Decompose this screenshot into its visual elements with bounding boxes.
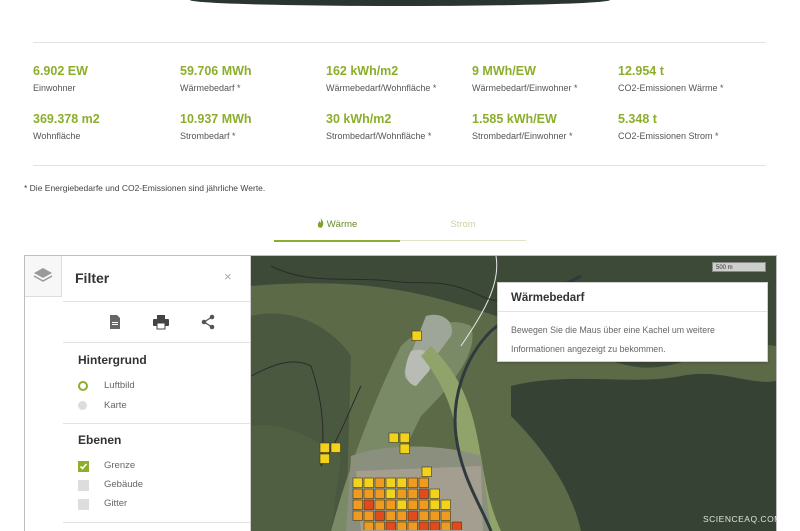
- panel-divider: [63, 423, 250, 424]
- stat-co2-strom: 5.348 t CO2-Emissionen Strom *: [618, 112, 758, 142]
- layers-icon: [33, 268, 53, 282]
- stat-waermebedarf-wohnflaeche: 162 kWh/m2 Wärmebedarf/Wohnfläche *: [326, 64, 466, 94]
- stat-label: Wärmebedarf/Einwohner *: [472, 83, 578, 93]
- pdf-icon: [110, 315, 120, 329]
- layers-button[interactable]: [25, 256, 62, 297]
- stat-value: 1.585 kWh/EW: [472, 112, 557, 126]
- stat-label: Strombedarf *: [180, 131, 236, 141]
- popup-title: Wärmebedarf: [511, 292, 585, 304]
- radio-label: Karte: [104, 400, 127, 411]
- checkbox-unchecked-icon: [78, 499, 89, 510]
- stat-strombedarf: 10.937 MWh Strombedarf *: [180, 112, 320, 142]
- checkbox-unchecked-icon: [78, 480, 89, 491]
- panel-divider: [63, 522, 250, 523]
- stat-value: 5.348 t: [618, 112, 657, 126]
- close-icon[interactable]: ×: [224, 269, 232, 284]
- stat-label: Strombedarf/Einwohner *: [472, 131, 573, 141]
- stat-label: Wärmebedarf/Wohnfläche *: [326, 83, 437, 93]
- stat-label: Wohnfläche: [33, 131, 81, 141]
- stat-label: Einwohner: [33, 83, 76, 93]
- tab-strom[interactable]: Strom: [400, 214, 526, 241]
- radio-label: Luftbild: [104, 380, 135, 391]
- stat-label: CO2-Emissionen Strom *: [618, 131, 719, 141]
- divider-top: [33, 42, 766, 43]
- stat-label: Wärmebedarf *: [180, 83, 241, 93]
- info-popup: Wärmebedarf Bewegen Sie die Maus über ei…: [497, 282, 768, 362]
- stat-value: 6.902 EW: [33, 64, 88, 78]
- stat-value: 30 kWh/m2: [326, 112, 392, 126]
- pdf-button[interactable]: [104, 312, 126, 332]
- map-scale: 500 m: [712, 262, 766, 272]
- stat-strombedarf-einwohner: 1.585 kWh/EW Strombedarf/Einwohner *: [472, 112, 612, 142]
- hintergrund-heading: Hintergrund: [78, 353, 147, 367]
- panel-divider: [63, 342, 250, 343]
- filter-title: Filter: [75, 270, 110, 286]
- panel-divider: [63, 301, 250, 302]
- stat-waermebedarf: 59.706 MWh Wärmebedarf *: [180, 64, 320, 94]
- checkbox-checked-icon: [78, 461, 89, 472]
- footnote: * Die Energiebedarfe und CO2-Emissionen …: [24, 183, 266, 193]
- filter-panel: Filter × Hintergrund Luftbild Karte Eben…: [25, 256, 251, 531]
- print-button[interactable]: [150, 312, 172, 332]
- flame-icon: [317, 217, 323, 228]
- stat-waermebedarf-einwohner: 9 MWh/EW Wärmebedarf/Einwohner *: [472, 64, 612, 94]
- popup-body: Bewegen Sie die Maus über eine Kachel um…: [511, 325, 715, 354]
- stat-value: 369.378 m2: [33, 112, 100, 126]
- radio-unselected-icon: [78, 401, 87, 410]
- watermark: SCIENCEAQ.COM: [703, 514, 782, 524]
- popup-divider: [498, 311, 767, 312]
- stat-value: 10.937 MWh: [180, 112, 252, 126]
- divider-bottom: [33, 165, 766, 166]
- stat-wohnflaeche: 369.378 m2 Wohnfläche: [33, 112, 173, 142]
- ebenen-heading: Ebenen: [78, 433, 122, 447]
- stat-value: 162 kWh/m2: [326, 64, 399, 78]
- stat-value: 9 MWh/EW: [472, 64, 536, 78]
- radio-selected-icon: [78, 381, 88, 391]
- stat-strombedarf-wohnflaeche: 30 kWh/m2 Strombedarf/Wohnfläche *: [326, 112, 466, 142]
- tab-waerme-label: Wärme: [326, 219, 358, 230]
- print-icon: [153, 315, 169, 330]
- stat-einwohner: 6.902 EW Einwohner: [33, 64, 173, 94]
- checkbox-label: Gebäude: [104, 479, 144, 490]
- stat-label: CO2-Emissionen Wärme *: [618, 83, 724, 93]
- stat-co2-waerme: 12.954 t CO2-Emissionen Wärme *: [618, 64, 758, 94]
- share-button[interactable]: [197, 312, 219, 332]
- tab-waerme[interactable]: Wärme: [274, 214, 400, 242]
- checkbox-label: Grenze: [104, 460, 136, 471]
- share-icon: [201, 314, 215, 330]
- top-header-bar: [190, 0, 610, 6]
- checkbox-label: Gitter: [104, 498, 128, 509]
- tab-strom-label: Strom: [450, 219, 476, 230]
- stat-value: 12.954 t: [618, 64, 664, 78]
- stat-label: Strombedarf/Wohnfläche *: [326, 131, 432, 141]
- stat-value: 59.706 MWh: [180, 64, 252, 78]
